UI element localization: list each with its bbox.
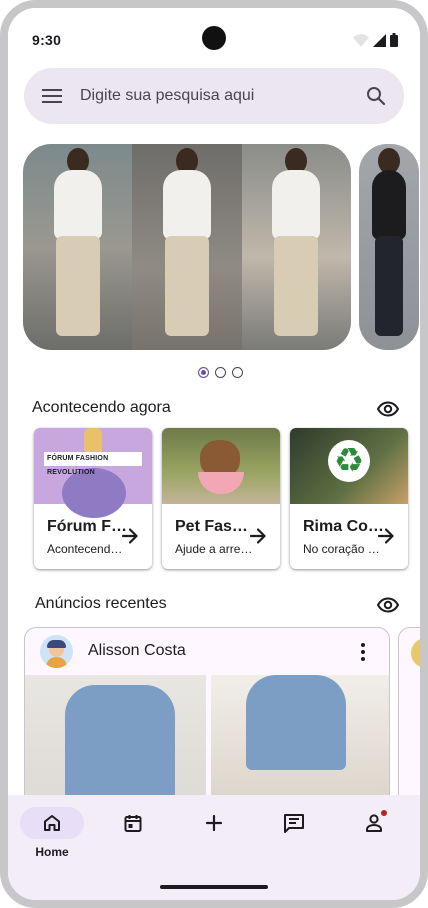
carousel-item-main[interactable] [23, 144, 351, 350]
pagination-dot-2[interactable] [215, 367, 226, 378]
eye-icon[interactable] [376, 397, 400, 421]
signal-icon [373, 34, 386, 47]
nav-label-home: Home [35, 845, 69, 859]
calendar-icon [124, 815, 142, 832]
arrow-right-icon[interactable] [376, 526, 396, 546]
arrow-right-icon[interactable] [120, 526, 140, 546]
search-bar[interactable]: Digite sua pesquisa aqui [24, 68, 404, 124]
event-card[interactable]: Pet Fashion Ajude a arrecadar [162, 428, 280, 569]
event-title: Rima Consciente [303, 518, 385, 535]
pagination-dot-3[interactable] [232, 367, 243, 378]
more-vert-icon[interactable] [351, 640, 375, 664]
event-card[interactable]: ♻ Rima Consciente No coração da cidade [290, 428, 408, 569]
event-card[interactable]: FÓRUM FASHION REVOLUTION Fórum Fashion R… [34, 428, 152, 569]
battery-icon [390, 33, 398, 47]
recycle-icon: ♻ [328, 440, 370, 482]
event-subtitle: No coração da cidade [303, 542, 385, 556]
search-icon [367, 87, 386, 106]
carousel-pagination [198, 367, 243, 378]
front-camera [202, 26, 226, 50]
happening-cards-row: FÓRUM FASHION REVOLUTION Fórum Fashion R… [34, 428, 420, 570]
screen: 9:30 Digite sua pesquisa aqui Acontecend… [8, 8, 420, 900]
notification-badge [381, 810, 387, 816]
nav-item-calendar[interactable] [101, 807, 165, 867]
menu-icon [42, 89, 62, 103]
event-image: FÓRUM FASHION REVOLUTION [34, 428, 152, 518]
menu-button[interactable] [24, 68, 80, 124]
avatar[interactable] [40, 635, 73, 668]
event-image: ♻ [290, 428, 408, 504]
event-subtitle: Acontecendo agora [47, 542, 129, 556]
wifi-icon [353, 34, 369, 47]
pagination-dot-1[interactable] [198, 367, 209, 378]
home-icon [44, 815, 60, 831]
event-image-banner: FÓRUM FASHION REVOLUTION [44, 452, 142, 476]
nav-item-add[interactable] [182, 807, 246, 867]
section-title-recent-ads: Anúncios recentes [35, 595, 167, 612]
section-title-happening: Acontecendo agora [32, 399, 171, 416]
status-bar: 9:30 [8, 8, 420, 60]
nav-item-profile[interactable] [342, 807, 406, 867]
search-button[interactable] [348, 68, 404, 124]
event-image [162, 428, 280, 504]
event-title: Fórum Fashion Revolution [47, 518, 129, 535]
phone-frame: 9:30 Digite sua pesquisa aqui Acontecend… [0, 0, 428, 908]
post-header: Alisson Costa [25, 628, 389, 674]
nav-item-home[interactable]: Home [20, 807, 84, 867]
image-carousel[interactable] [23, 144, 420, 350]
status-time: 9:30 [32, 32, 62, 48]
post-author-name[interactable]: Alisson Costa [88, 642, 186, 660]
carousel-photo-1 [23, 144, 133, 350]
event-subtitle: Ajude a arrecadar [175, 542, 257, 556]
nav-item-chat[interactable] [262, 807, 326, 867]
avatar [411, 638, 420, 668]
carousel-item-next[interactable] [359, 144, 419, 350]
eye-icon[interactable] [376, 593, 400, 617]
profile-icon [366, 814, 382, 832]
gesture-handle [160, 885, 268, 889]
chat-icon [284, 814, 304, 833]
carousel-photo-3 [241, 144, 351, 350]
search-input[interactable]: Digite sua pesquisa aqui [80, 87, 348, 105]
carousel-photo-2 [132, 144, 242, 350]
add-icon [205, 814, 223, 832]
event-title: Pet Fashion [175, 518, 257, 535]
system-icons [353, 33, 398, 47]
arrow-right-icon[interactable] [248, 526, 268, 546]
